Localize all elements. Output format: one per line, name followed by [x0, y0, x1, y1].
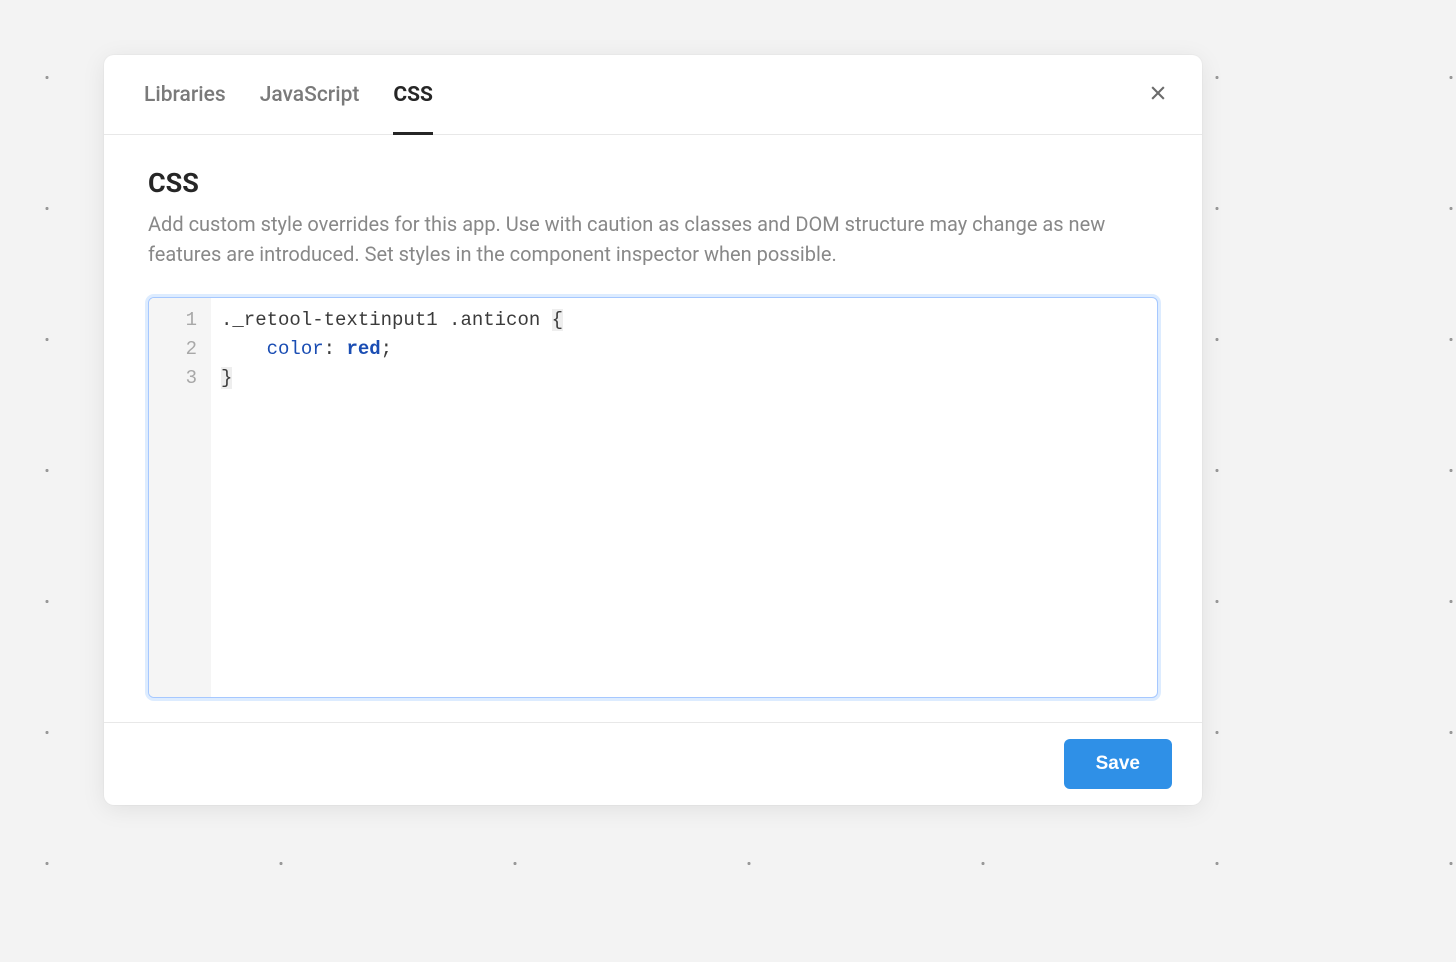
code-brace-open: { [552, 309, 563, 331]
editor-code-area[interactable]: ._retool-textinput1 .anticon { color: re… [211, 298, 1157, 697]
code-value: red [346, 338, 380, 360]
section-description: Add custom style overrides for this app.… [148, 209, 1148, 269]
close-icon [1148, 83, 1168, 107]
editor-gutter: 1 2 3 [149, 298, 211, 697]
code-property: color [267, 338, 324, 360]
tab-libraries[interactable]: Libraries [144, 55, 226, 134]
close-button[interactable] [1142, 79, 1174, 111]
modal-body: CSS Add custom style overrides for this … [104, 135, 1202, 722]
line-number: 3 [149, 364, 197, 393]
section-title: CSS [148, 167, 1158, 199]
tab-javascript[interactable]: JavaScript [260, 55, 360, 134]
code-colon: : [324, 338, 335, 360]
tab-css[interactable]: CSS [393, 55, 433, 134]
tabs: Libraries JavaScript CSS [144, 55, 433, 134]
modal-footer: Save [104, 722, 1202, 805]
modal-header: Libraries JavaScript CSS [104, 55, 1202, 135]
line-number: 1 [149, 306, 197, 335]
save-button[interactable]: Save [1064, 739, 1172, 789]
code-space [335, 338, 346, 360]
line-number: 2 [149, 335, 197, 364]
code-semicolon: ; [381, 338, 392, 360]
code-brace-close: } [221, 367, 232, 389]
settings-modal: Libraries JavaScript CSS CSS Add custom … [104, 55, 1202, 805]
code-indent [221, 338, 267, 360]
css-editor[interactable]: 1 2 3 ._retool-textinput1 .anticon { col… [148, 297, 1158, 698]
code-selector: ._retool-textinput1 .anticon [221, 309, 540, 331]
